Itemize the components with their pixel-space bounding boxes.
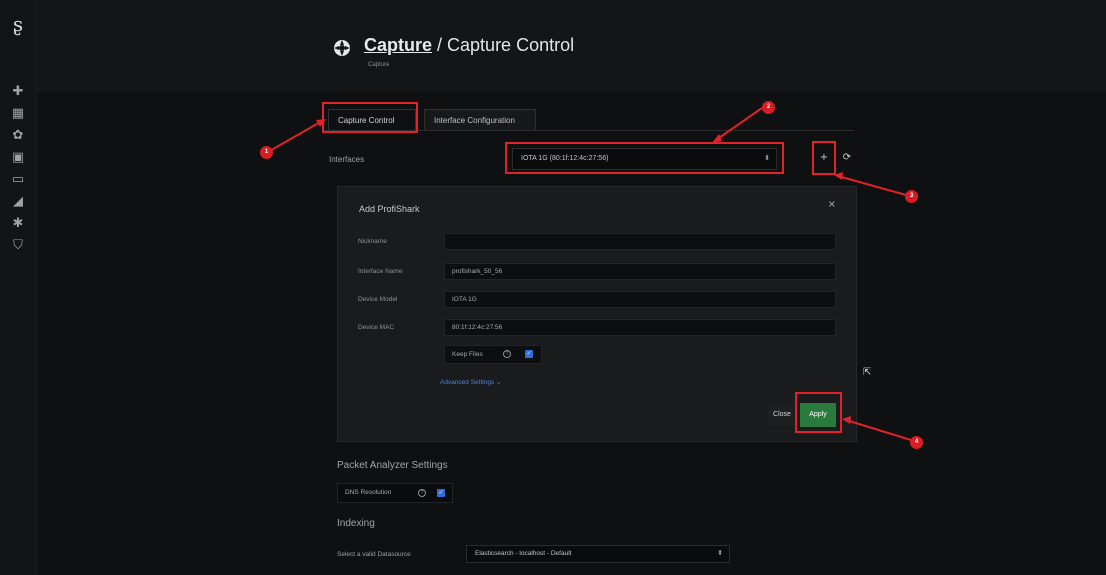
capture-icon[interactable]: ✿ bbox=[10, 128, 26, 144]
folder-icon[interactable]: ◢ bbox=[10, 194, 26, 210]
annotation-badge-3: 3 bbox=[905, 190, 918, 203]
device-model-label: Device Model bbox=[358, 296, 398, 303]
packet-analyzer-heading: Packet Analyzer Settings bbox=[337, 460, 448, 471]
annotation-box-3 bbox=[812, 141, 836, 175]
annotation-badge-4: 4 bbox=[910, 436, 923, 449]
interface-name-label: Interface Name bbox=[358, 268, 403, 275]
help-icon[interactable]: ? bbox=[418, 489, 426, 497]
plus-icon[interactable]: ✚ bbox=[10, 84, 26, 100]
device-mac-label: Device MAC bbox=[358, 324, 395, 331]
device-mac-field[interactable]: 80:1f:12:4c:27:56 bbox=[444, 319, 836, 336]
device-model-field[interactable]: IOTA 1G bbox=[444, 291, 836, 308]
shield-icon[interactable]: ⛉ bbox=[10, 238, 26, 254]
modal-title: Add ProfiShark bbox=[359, 204, 420, 214]
annotation-box-1 bbox=[322, 102, 418, 133]
dns-resolution-toggle: DNS Resolution bbox=[337, 483, 453, 503]
nickname-label: Nickname bbox=[358, 238, 387, 245]
capture-icon bbox=[334, 40, 350, 56]
app-frame: ʂ ✚ ▦ ✿ ▣ ▭ ◢ ✱ ⛉ Capture / Capture Cont… bbox=[0, 0, 1106, 575]
nickname-field[interactable] bbox=[444, 233, 836, 250]
breadcrumb-current: Capture Control bbox=[447, 35, 575, 55]
interface-name-field[interactable]: profishark_50_56 bbox=[444, 263, 836, 280]
keep-files-checkbox[interactable]: ✓ bbox=[525, 350, 533, 358]
mouse-cursor-icon: ⇱ bbox=[863, 367, 872, 378]
page-title: Capture / Capture Control bbox=[364, 35, 574, 56]
page-subtitle: Capture bbox=[368, 62, 390, 68]
annotation-box-4 bbox=[795, 392, 842, 433]
help-icon[interactable]: ? bbox=[503, 350, 511, 358]
monitor-icon[interactable]: ▣ bbox=[10, 150, 26, 166]
advanced-settings-link[interactable]: Advanced Settings ⌄ bbox=[440, 378, 501, 386]
annotation-badge-2: 2 bbox=[762, 101, 775, 114]
close-icon[interactable]: × bbox=[828, 199, 836, 210]
dns-resolution-label: DNS Resolution bbox=[345, 489, 392, 496]
indexing-heading: Indexing bbox=[337, 518, 375, 529]
dns-resolution-checkbox[interactable]: ✓ bbox=[437, 489, 445, 497]
dashboard-icon[interactable]: ▦ bbox=[10, 106, 26, 122]
tab-interface-configuration[interactable]: Interface Configuration bbox=[424, 109, 536, 131]
app-logo-icon[interactable]: ʂ bbox=[8, 12, 28, 38]
close-button[interactable]: Close bbox=[768, 405, 796, 425]
annotation-badge-1: 1 bbox=[260, 146, 273, 159]
datasource-select[interactable]: Elasticsearch - localhost - Default ⬍ bbox=[466, 545, 730, 563]
breadcrumb-separator: / bbox=[432, 35, 448, 55]
gear-icon[interactable]: ✱ bbox=[10, 216, 26, 232]
keep-files-label: Keep Files bbox=[452, 351, 483, 358]
interfaces-label: Interfaces bbox=[329, 155, 365, 164]
annotation-box-2 bbox=[505, 142, 784, 174]
refresh-icon[interactable]: ⟳ bbox=[840, 151, 854, 165]
add-profishark-modal: Add ProfiShark × Nickname Interface Name… bbox=[337, 186, 857, 442]
datasource-select-value: Elasticsearch - localhost - Default bbox=[475, 550, 572, 557]
select-arrow-icon: ⬍ bbox=[717, 550, 723, 557]
sidebar: ʂ ✚ ▦ ✿ ▣ ▭ ◢ ✱ ⛉ bbox=[0, 0, 37, 575]
datasource-label: Select a valid Datasource bbox=[337, 551, 411, 558]
breadcrumb-capture[interactable]: Capture bbox=[364, 35, 432, 55]
storage-icon[interactable]: ▭ bbox=[10, 172, 26, 188]
